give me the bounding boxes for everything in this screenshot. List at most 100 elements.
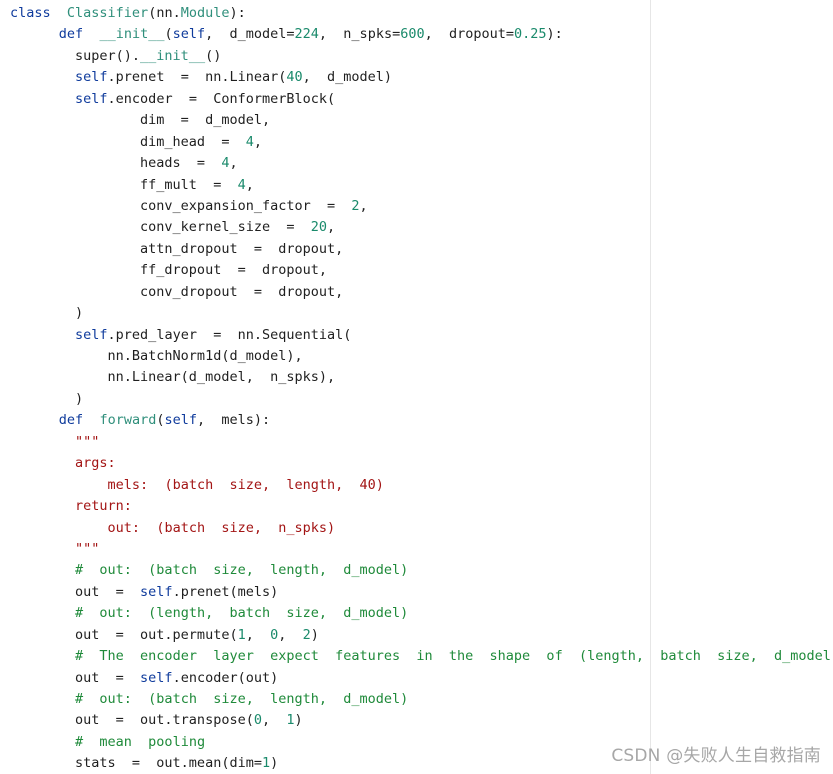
code-token: 1 <box>237 626 246 643</box>
code-line: conv_dropout = dropout, <box>10 282 833 303</box>
code-line: out = out.permute(1, 0, 2) <box>10 625 833 646</box>
code-token: 600 <box>400 26 425 43</box>
code-line: mels: (batch size, length, 40) <box>10 475 833 496</box>
code-token: self <box>140 583 173 600</box>
code-token: self <box>140 669 173 686</box>
code-line: super().__init__() <box>10 46 833 67</box>
code-block: class Classifier(nn.Module): def __init_… <box>0 0 833 774</box>
code-token: .prenet = nn.Linear( <box>107 69 287 86</box>
code-line: """ <box>10 539 833 560</box>
code-token: , <box>327 219 336 236</box>
code-token: 2 <box>302 626 311 643</box>
code-line: return: <box>10 496 833 517</box>
code-token: __init__ <box>140 47 206 64</box>
code-token: .encoder = ConformerBlock( <box>107 90 336 107</box>
code-line: # out: (batch size, length, d_model) <box>10 689 833 710</box>
code-token: self <box>164 412 197 429</box>
code-token: heads = <box>10 155 222 172</box>
code-token: , d_model) <box>302 69 393 86</box>
code-line: # out: (batch size, length, d_model) <box>10 560 833 581</box>
code-token: def <box>58 412 84 429</box>
code-token: ff_mult = <box>10 176 238 193</box>
code-line: self.encoder = ConformerBlock( <box>10 89 833 110</box>
code-line: conv_expansion_factor = 2, <box>10 196 833 217</box>
code-token: ) <box>310 626 319 643</box>
code-line: out = out.transpose(0, 1) <box>10 710 833 731</box>
code-token: , <box>245 176 254 193</box>
code-token: out = <box>10 669 141 686</box>
code-token: ( <box>164 26 173 43</box>
code-line: nn.BatchNorm1d(d_model), <box>10 346 833 367</box>
code-line: def __init__(self, d_model=224, n_spks=6… <box>10 24 833 45</box>
code-token: Module <box>180 5 230 21</box>
code-token: # mean pooling <box>75 733 206 750</box>
code-line: ff_mult = 4, <box>10 175 833 196</box>
code-token: , dropout= <box>424 26 514 43</box>
code-line: """ <box>10 432 833 453</box>
code-token: dim = d_model, <box>10 112 271 129</box>
code-token: conv_dropout = dropout, <box>10 283 344 300</box>
code-token: ff_dropout = dropout, <box>10 262 327 279</box>
code-token: 4 <box>245 133 254 150</box>
code-line: dim_head = 4, <box>10 132 833 153</box>
code-token: # out: (length, batch size, d_model) <box>75 605 409 622</box>
code-token: forward <box>99 412 157 429</box>
code-line: heads = 4, <box>10 153 833 174</box>
code-token: .encoder(out) <box>172 669 279 686</box>
code-line: self.pred_layer = nn.Sequential( <box>10 325 833 346</box>
watermark: CSDN @失败人生自救指南 <box>611 746 821 766</box>
code-listing: class Classifier(nn.Module): def __init_… <box>10 3 833 774</box>
code-token: def <box>58 26 84 43</box>
code-line: nn.Linear(d_model, n_spks), <box>10 367 833 388</box>
code-token: conv_expansion_factor = <box>10 197 352 214</box>
code-token: 1 <box>286 712 295 729</box>
code-token: class <box>10 5 51 21</box>
code-token: .prenet(mels) <box>172 583 279 600</box>
code-line: out: (batch size, n_spks) <box>10 518 833 539</box>
code-line: class Classifier(nn.Module): <box>10 3 833 24</box>
code-line: out = self.prenet(mels) <box>10 582 833 603</box>
code-token: 40 <box>286 69 303 86</box>
code-token: , <box>261 712 287 729</box>
code-token: , <box>229 155 238 172</box>
code-token: 4 <box>237 176 246 193</box>
code-line: def forward(self, mels): <box>10 410 833 431</box>
code-token: ) <box>294 712 303 729</box>
code-token: dim_head = <box>10 133 246 150</box>
code-token: conv_kernel_size = <box>10 219 311 236</box>
code-line: ff_dropout = dropout, <box>10 260 833 281</box>
code-token: , <box>359 197 368 214</box>
code-token: stats = out.mean(dim= <box>10 755 262 772</box>
code-token: .pred_layer = nn.Sequential( <box>107 326 352 343</box>
code-line: self.prenet = nn.Linear(40, d_model) <box>10 67 833 88</box>
code-token: , n_spks= <box>318 26 401 43</box>
code-token: # The encoder layer expect features in t… <box>75 648 833 665</box>
code-line: dim = d_model, <box>10 110 833 131</box>
code-token: nn.BatchNorm1d(d_model), <box>10 348 303 364</box>
code-token: attn_dropout = dropout, <box>10 240 344 257</box>
code-token: out = out.transpose( <box>10 712 254 729</box>
code-token: return: <box>75 498 132 515</box>
code-token: () <box>205 47 222 64</box>
code-token: """ <box>75 540 100 557</box>
code-token: (nn. <box>148 5 181 21</box>
code-token: 0 <box>253 712 262 729</box>
code-token: self <box>75 90 108 107</box>
code-token: self <box>75 69 108 86</box>
code-token: self <box>172 26 206 43</box>
code-token: out = out.permute( <box>10 626 238 643</box>
code-line: conv_kernel_size = 20, <box>10 217 833 238</box>
code-token: self <box>75 326 108 343</box>
code-token: , <box>253 133 262 150</box>
